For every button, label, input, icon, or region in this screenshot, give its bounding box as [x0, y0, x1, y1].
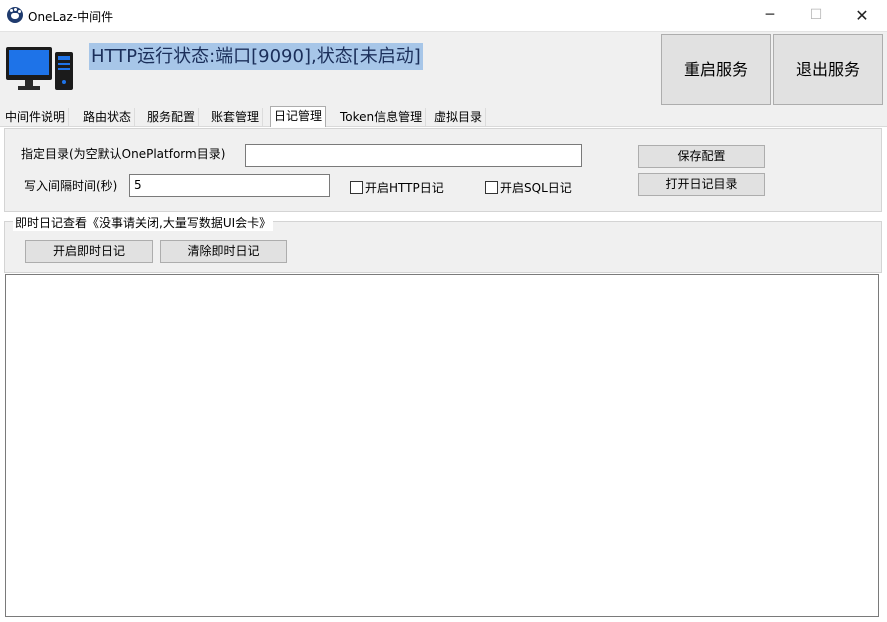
tab-service-config[interactable]: 服务配置 [144, 108, 200, 126]
sql-log-label: 开启SQL日记 [500, 181, 572, 195]
sql-log-checkbox[interactable] [485, 181, 498, 194]
directory-label: 指定目录(为空默认OnePlatform目录) [21, 147, 226, 161]
tab-log-management[interactable]: 日记管理 [270, 106, 327, 127]
tab-virtual-directory[interactable]: 虚拟目录 [431, 108, 487, 126]
title-bar: OneLaz-中间件 ─ ☐ ✕ [0, 0, 887, 31]
save-config-button[interactable]: 保存配置 [638, 145, 765, 168]
open-log-directory-button[interactable]: 打开日记目录 [638, 173, 765, 196]
realtime-log-group: 即时日记查看《没事请关闭,大量写数据UI会卡》 开启即时日记 清除即时日记 [4, 214, 882, 273]
minimize-button[interactable]: ─ [747, 0, 793, 31]
tab-account-management[interactable]: 账套管理 [208, 108, 264, 126]
realtime-log-textarea[interactable] [5, 274, 879, 617]
http-status-text: HTTP运行状态:端口[9090],状态[未启动] [89, 43, 423, 70]
interval-input[interactable]: 5 [129, 174, 330, 197]
directory-input[interactable] [245, 144, 582, 167]
realtime-log-legend: 即时日记查看《没事请关闭,大量写数据UI会卡》 [13, 214, 274, 231]
tab-token-management[interactable]: Token信息管理 [337, 108, 427, 126]
exit-service-button[interactable]: 退出服务 [773, 34, 883, 105]
computer-monitor-icon [6, 47, 73, 90]
clear-realtime-log-button[interactable]: 清除即时日记 [160, 240, 287, 263]
log-config-panel: 指定目录(为空默认OnePlatform目录) 保存配置 写入间隔时间(秒) 5… [4, 128, 882, 212]
restart-service-button[interactable]: 重启服务 [661, 34, 771, 105]
start-realtime-log-button[interactable]: 开启即时日记 [25, 240, 153, 263]
interval-label: 写入间隔时间(秒) [24, 179, 118, 193]
tab-route-status[interactable]: 路由状态 [80, 108, 136, 126]
tab-middleware-info[interactable]: 中间件说明 [2, 108, 70, 126]
paw-icon [7, 7, 23, 23]
http-log-checkbox[interactable] [350, 181, 363, 194]
tab-bar: 中间件说明 路由状态 服务配置 账套管理 日记管理 Token信息管理 虚拟目录 [0, 105, 887, 127]
header-panel: HTTP运行状态:端口[9090],状态[未启动] 重启服务 退出服务 [0, 31, 887, 105]
window-title: OneLaz-中间件 [28, 10, 114, 24]
close-button[interactable]: ✕ [839, 0, 885, 31]
maximize-button[interactable]: ☐ [793, 0, 839, 31]
http-log-label: 开启HTTP日记 [365, 181, 444, 195]
